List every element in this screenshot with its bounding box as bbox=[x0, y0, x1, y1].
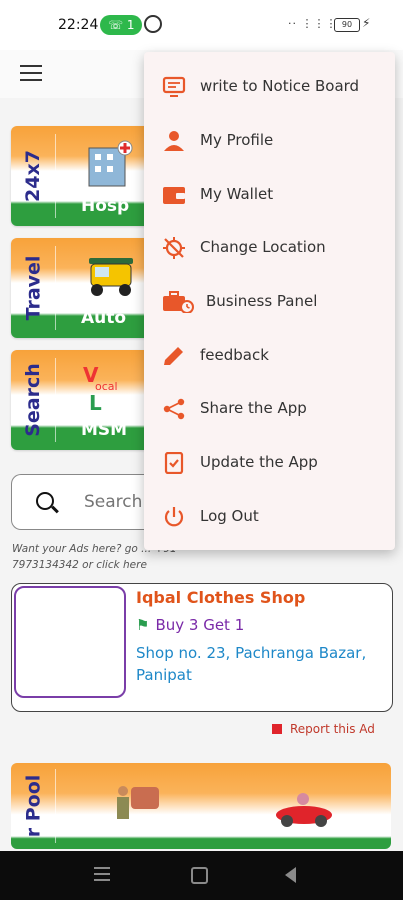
menu-item-change-location[interactable]: Change Location bbox=[144, 221, 395, 274]
person-icon bbox=[164, 131, 184, 151]
category-tile-carpool[interactable]: r Pool bbox=[11, 763, 391, 849]
menu-item-share[interactable]: Share the App bbox=[144, 382, 395, 435]
tile-divider bbox=[55, 246, 56, 330]
ad-card[interactable]: Iqbal Clothes Shop ⚑ Buy 3 Get 1 Shop no.… bbox=[11, 583, 393, 712]
pencil-icon bbox=[164, 347, 183, 365]
call-indicator: ☏ 1 bbox=[100, 15, 143, 35]
menu-item-label: feedback bbox=[200, 346, 269, 364]
recents-icon[interactable] bbox=[94, 867, 110, 885]
menu-item-notice-board[interactable]: write to Notice Board bbox=[144, 60, 395, 113]
menu-item-business-panel[interactable]: Business Panel bbox=[144, 275, 395, 328]
menu-item-label: Log Out bbox=[200, 507, 259, 525]
menu-item-label: Business Panel bbox=[206, 292, 318, 310]
status-bar: 22:24 ☏ 1 ·· ⋮⋮⋮ 90 ⚡ bbox=[0, 0, 403, 50]
tile-vertical-label: r Pool bbox=[22, 774, 44, 838]
overflow-menu: write to Notice Board My Profile My Wall… bbox=[144, 52, 395, 550]
ad-shop-name: Iqbal Clothes Shop bbox=[136, 588, 306, 607]
home-icon[interactable] bbox=[191, 867, 208, 884]
ad-thumbnail bbox=[14, 586, 126, 698]
hospital-icon bbox=[88, 140, 133, 187]
signal-icon: ·· ⋮⋮⋮ bbox=[288, 17, 338, 30]
system-nav-bar bbox=[0, 851, 403, 900]
menu-item-feedback[interactable]: feedback bbox=[144, 329, 395, 382]
tile-vertical-label: Search bbox=[22, 363, 44, 437]
status-time: 22:24 bbox=[58, 17, 99, 33]
share-icon bbox=[163, 398, 185, 420]
briefcase-icon bbox=[163, 291, 194, 313]
whatsapp-icon bbox=[144, 15, 162, 33]
tile-caption: Auto bbox=[81, 308, 127, 328]
flag-icon bbox=[272, 724, 282, 734]
people-car-illustration bbox=[117, 786, 159, 819]
back-icon[interactable] bbox=[285, 867, 296, 883]
menu-icon[interactable] bbox=[20, 65, 42, 83]
tile-caption: MSM bbox=[81, 420, 128, 440]
auto-rickshaw-icon bbox=[89, 258, 133, 296]
search-icon bbox=[36, 492, 54, 510]
menu-item-my-profile[interactable]: My Profile bbox=[144, 114, 395, 167]
menu-item-label: My Profile bbox=[200, 131, 274, 149]
battery-icon: 90 bbox=[334, 18, 360, 32]
tag-icon: ⚑ bbox=[136, 616, 150, 634]
red-car-illustration bbox=[276, 793, 332, 827]
charging-icon: ⚡ bbox=[362, 16, 371, 30]
location-off-icon bbox=[163, 237, 185, 259]
call-count: 1 bbox=[126, 18, 135, 32]
menu-item-update[interactable]: Update the App bbox=[144, 436, 395, 489]
vocal-local-logo: V ocal L bbox=[83, 363, 118, 414]
tile-divider bbox=[55, 358, 56, 442]
wallet-icon bbox=[163, 187, 185, 204]
menu-item-logout[interactable]: Log Out bbox=[144, 490, 395, 543]
power-icon bbox=[164, 507, 184, 527]
tile-vertical-label: Travel bbox=[22, 255, 45, 321]
report-ad-link[interactable]: Report this Ad bbox=[272, 722, 375, 736]
ad-address: Shop no. 23, Pachranga Bazar, Panipat bbox=[136, 644, 367, 684]
menu-item-label: write to Notice Board bbox=[200, 77, 360, 95]
tile-divider bbox=[55, 769, 56, 843]
menu-item-my-wallet[interactable]: My Wallet bbox=[144, 168, 395, 221]
svg-text:L: L bbox=[89, 391, 102, 414]
tile-caption: Hosp bbox=[81, 196, 130, 216]
update-icon bbox=[164, 452, 184, 474]
menu-item-label: My Wallet bbox=[200, 185, 274, 203]
menu-item-label: Share the App bbox=[200, 399, 307, 417]
menu-item-label: Change Location bbox=[200, 238, 326, 256]
tile-vertical-label: 24x7 bbox=[22, 150, 45, 202]
ad-offer: ⚑ Buy 3 Get 1 bbox=[136, 616, 245, 634]
search-bar[interactable] bbox=[11, 474, 166, 530]
tile-divider bbox=[55, 134, 56, 218]
menu-item-label: Update the App bbox=[200, 453, 318, 471]
notice-board-icon bbox=[162, 76, 186, 97]
